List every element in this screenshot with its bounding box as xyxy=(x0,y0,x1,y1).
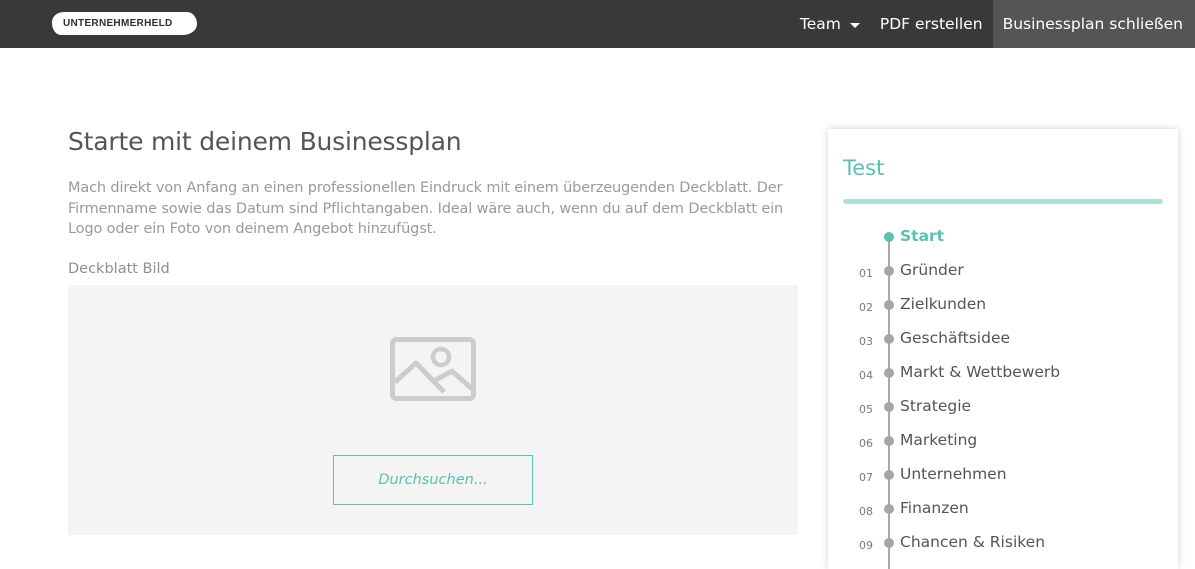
progress-fill xyxy=(843,199,1163,204)
step-number: 02 xyxy=(859,301,873,314)
pdf-export-button[interactable]: PDF erstellen xyxy=(870,0,993,48)
step-item[interactable]: 06 Marketing xyxy=(828,425,1178,459)
cover-image-label: Deckblatt Bild xyxy=(68,261,170,277)
step-label: Chancen & Risiken xyxy=(900,533,1046,551)
team-menu-label: Team xyxy=(799,14,841,33)
step-item[interactable]: 04 Markt & Wettbewerb xyxy=(828,357,1178,391)
step-number: 08 xyxy=(859,505,873,518)
step-label: Gründer xyxy=(900,261,964,279)
page-title: Starte mit deinem Businessplan xyxy=(68,127,462,156)
step-label: Zielkunden xyxy=(900,295,987,313)
close-businessplan-label: Businessplan schließen xyxy=(1002,14,1183,33)
pdf-export-label: PDF erstellen xyxy=(879,14,983,33)
step-label: Markt & Wettbewerb xyxy=(900,363,1061,381)
caret-down-icon xyxy=(849,22,860,28)
step-dot-icon xyxy=(884,470,894,480)
brand-logo[interactable]: UNTERNEHMERHELD xyxy=(52,12,197,35)
top-nav: Team PDF erstellen Businessplan schließe… xyxy=(790,0,1195,48)
step-dot-icon xyxy=(884,368,894,378)
step-dot-icon xyxy=(884,538,894,548)
top-navigation-bar: UNTERNEHMERHELD Team PDF erstellen Busin… xyxy=(0,0,1195,48)
progress-bar xyxy=(843,199,1163,204)
browse-button[interactable]: Durchsuchen... xyxy=(333,455,533,505)
sidebar-title: Test xyxy=(843,156,885,180)
step-number: 01 xyxy=(859,267,873,280)
step-label: Geschäftsidee xyxy=(900,329,1011,347)
step-number: 05 xyxy=(859,403,873,416)
step-label: Marketing xyxy=(900,431,978,449)
step-item[interactable]: 03 Geschäftsidee xyxy=(828,323,1178,357)
step-label: Unternehmen xyxy=(900,465,1007,483)
image-placeholder-icon xyxy=(390,337,476,401)
step-item[interactable]: 05 Strategie xyxy=(828,391,1178,425)
step-dot-icon xyxy=(884,402,894,412)
step-dot-icon xyxy=(884,334,894,344)
step-number: 07 xyxy=(859,471,873,484)
step-dot-icon xyxy=(884,300,894,310)
step-item[interactable]: 02 Zielkunden xyxy=(828,289,1178,323)
intro-text: Mach direkt von Anfang an einen professi… xyxy=(68,180,784,237)
step-dot-icon xyxy=(884,504,894,514)
step-label: Finanzen xyxy=(900,499,969,517)
step-item[interactable]: 08 Finanzen xyxy=(828,493,1178,527)
step-item[interactable]: Start xyxy=(828,221,1178,255)
step-label: Start xyxy=(900,227,945,245)
team-menu-button[interactable]: Team xyxy=(790,0,870,48)
step-dot-icon xyxy=(884,266,894,276)
chapter-sidebar: Test Start 01 Gründer 02 Zielkunden 03 Geschäf… xyxy=(828,129,1178,569)
step-dot-icon xyxy=(884,436,894,446)
step-label: Strategie xyxy=(900,397,972,415)
step-number: 06 xyxy=(859,437,873,450)
step-item[interactable]: 07 Unternehmen xyxy=(828,459,1178,493)
cover-image-dropzone[interactable]: Durchsuchen... xyxy=(68,285,798,535)
close-businessplan-button[interactable]: Businessplan schließen xyxy=(992,0,1195,48)
step-number: 04 xyxy=(859,369,873,382)
step-item[interactable]: 01 Gründer xyxy=(828,255,1178,289)
step-dot-icon xyxy=(884,232,894,242)
step-number: 09 xyxy=(859,539,873,552)
step-number: 03 xyxy=(859,335,873,348)
